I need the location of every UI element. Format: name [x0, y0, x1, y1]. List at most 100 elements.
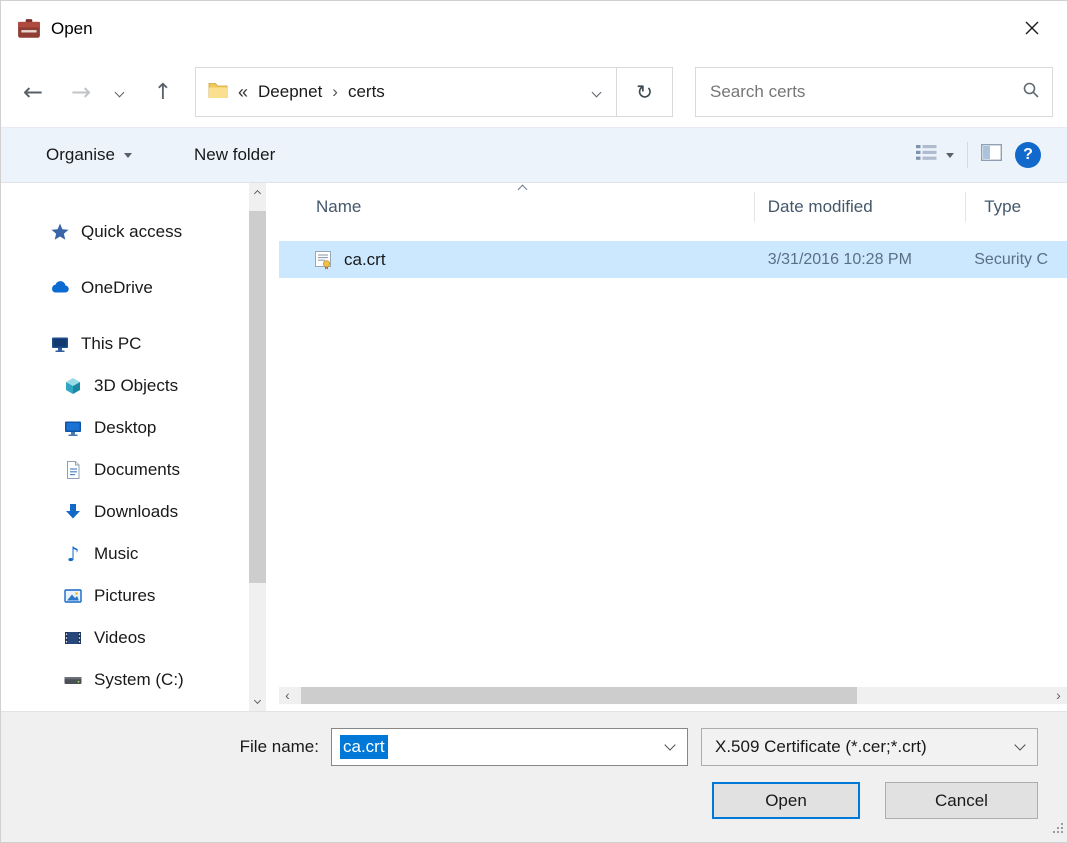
column-label: Date modified	[768, 197, 873, 217]
sidebar-item-videos[interactable]: Videos	[1, 617, 279, 659]
breadcrumb-item-certs[interactable]: certs	[348, 82, 385, 102]
column-label: Name	[316, 197, 361, 217]
file-name: ca.crt	[344, 250, 386, 270]
3d-objects-cube-icon	[62, 376, 84, 396]
documents-document-icon	[62, 460, 84, 480]
chevron-down-icon	[124, 153, 132, 158]
sidebar-item-label: Videos	[94, 628, 146, 648]
column-header-name[interactable]: Name	[279, 183, 755, 231]
sidebar-item-label: System (C:)	[94, 670, 184, 690]
sidebar-item-label: OneDrive	[81, 278, 153, 298]
column-header-type[interactable]: Type	[966, 183, 1067, 231]
app-icon	[17, 18, 41, 40]
close-button[interactable]	[1011, 13, 1053, 45]
close-icon	[1025, 21, 1039, 38]
folder-icon	[208, 81, 228, 103]
open-dialog: Open ← → ↑ « Deepnet › c	[0, 0, 1068, 843]
file-name-label: File name:	[1, 728, 319, 766]
downloads-arrow-icon	[62, 502, 84, 522]
scrollbar-up-arrow[interactable]	[249, 185, 266, 202]
refresh-button[interactable]: ↻	[616, 67, 673, 117]
navigation-bar: ← → ↑ « Deepnet › certs ↻	[1, 57, 1067, 127]
sidebar-item-label: 3D Objects	[94, 376, 178, 396]
history-dropdown-button[interactable]	[109, 89, 129, 96]
chevron-down-icon	[254, 697, 261, 704]
sidebar-item-label: Documents	[94, 460, 180, 480]
music-note-icon: ♪	[62, 542, 84, 566]
sidebar-item-label: Downloads	[94, 502, 178, 522]
sidebar-item-onedrive[interactable]: OneDrive	[1, 267, 279, 309]
column-header-date-modified[interactable]: Date modified	[755, 183, 966, 231]
sidebar-item-label: Desktop	[94, 418, 156, 438]
new-folder-label: New folder	[194, 145, 275, 165]
search-box[interactable]	[695, 67, 1053, 117]
sidebar-item-downloads[interactable]: Downloads	[1, 491, 279, 533]
pictures-image-icon	[62, 586, 84, 606]
chevron-down-icon	[114, 87, 124, 97]
chevron-down-icon	[946, 153, 954, 158]
preview-pane-button[interactable]	[981, 144, 1002, 166]
details-view-icon	[916, 144, 937, 166]
address-bar[interactable]: « Deepnet › certs	[195, 67, 617, 117]
search-input[interactable]	[710, 82, 1022, 102]
sidebar-item-this-pc[interactable]: This PC	[1, 323, 279, 365]
command-bar: Organise New folder	[1, 127, 1067, 183]
back-button[interactable]: ←	[15, 78, 51, 106]
organise-button[interactable]: Organise	[46, 145, 132, 165]
resize-grip[interactable]	[1051, 821, 1064, 839]
help-button[interactable]: ?	[1015, 142, 1041, 168]
breadcrumb-overflow-chevron[interactable]: «	[238, 82, 248, 103]
address-dropdown-chevron[interactable]	[592, 87, 602, 97]
sidebar-item-label: Quick access	[81, 222, 182, 242]
onedrive-cloud-icon	[49, 278, 71, 298]
sidebar-item-pictures[interactable]: Pictures	[1, 575, 279, 617]
scrollbar-right-arrow[interactable]: ›	[1050, 687, 1067, 704]
cancel-button[interactable]: Cancel	[885, 782, 1038, 819]
filelist-horizontal-scrollbar[interactable]: ‹ ›	[279, 687, 1067, 704]
videos-film-icon	[62, 628, 84, 648]
breadcrumb-item-deepnet[interactable]: Deepnet	[258, 82, 322, 102]
main-area: Quick access OneDrive	[1, 183, 1067, 711]
scrollbar-left-arrow[interactable]: ‹	[279, 687, 296, 704]
navigation-pane: Quick access OneDrive	[1, 183, 279, 711]
scrollbar-down-arrow[interactable]	[249, 692, 266, 709]
sidebar-item-quick-access[interactable]: Quick access	[1, 211, 279, 253]
sidebar-item-label: This PC	[81, 334, 141, 354]
sidebar-item-system-c[interactable]: System (C:)	[1, 659, 279, 701]
file-row-ca-crt[interactable]: ca.crt 3/31/2016 10:28 PM Security C	[279, 241, 1067, 278]
organise-label: Organise	[46, 145, 115, 165]
this-pc-monitor-icon	[49, 334, 71, 354]
open-button[interactable]: Open	[712, 782, 860, 819]
file-name-dropdown-chevron[interactable]	[664, 739, 675, 750]
sidebar-item-3d-objects[interactable]: 3D Objects	[1, 365, 279, 407]
breadcrumb-separator-icon[interactable]: ›	[332, 82, 338, 102]
scrollbar-thumb[interactable]	[301, 687, 857, 704]
up-button[interactable]: ↑	[145, 80, 181, 105]
file-list: Name Date modified Type	[279, 183, 1067, 711]
change-view-button[interactable]	[916, 144, 954, 166]
file-name-cell: ca.crt	[279, 250, 755, 270]
preview-pane-icon	[981, 144, 1002, 166]
column-label: Type	[984, 197, 1021, 217]
file-type-select[interactable]: X.509 Certificate (*.cer;*.crt)	[701, 728, 1038, 766]
file-type: Security C	[966, 251, 1067, 269]
column-headers: Name Date modified Type	[279, 183, 1067, 231]
desktop-monitor-icon	[62, 418, 84, 438]
sidebar-item-label: Music	[94, 544, 138, 564]
sidebar-item-desktop[interactable]: Desktop	[1, 407, 279, 449]
scrollbar-thumb[interactable]	[249, 211, 266, 583]
system-drive-icon	[62, 670, 84, 690]
file-name-value: ca.crt	[340, 735, 388, 759]
window-title: Open	[51, 19, 93, 39]
new-folder-button[interactable]: New folder	[194, 145, 275, 165]
view-controls: ?	[916, 142, 1041, 168]
forward-button[interactable]: →	[63, 78, 99, 106]
search-icon[interactable]	[1022, 81, 1040, 104]
sidebar-item-music[interactable]: ♪ Music	[1, 533, 279, 575]
sidebar-item-documents[interactable]: Documents	[1, 449, 279, 491]
file-name-input[interactable]: ca.crt	[331, 728, 688, 766]
sidebar-scrollbar[interactable]	[249, 183, 266, 711]
quick-access-star-icon	[49, 222, 71, 242]
title-bar: Open	[1, 1, 1067, 57]
file-date-modified: 3/31/2016 10:28 PM	[755, 251, 966, 269]
